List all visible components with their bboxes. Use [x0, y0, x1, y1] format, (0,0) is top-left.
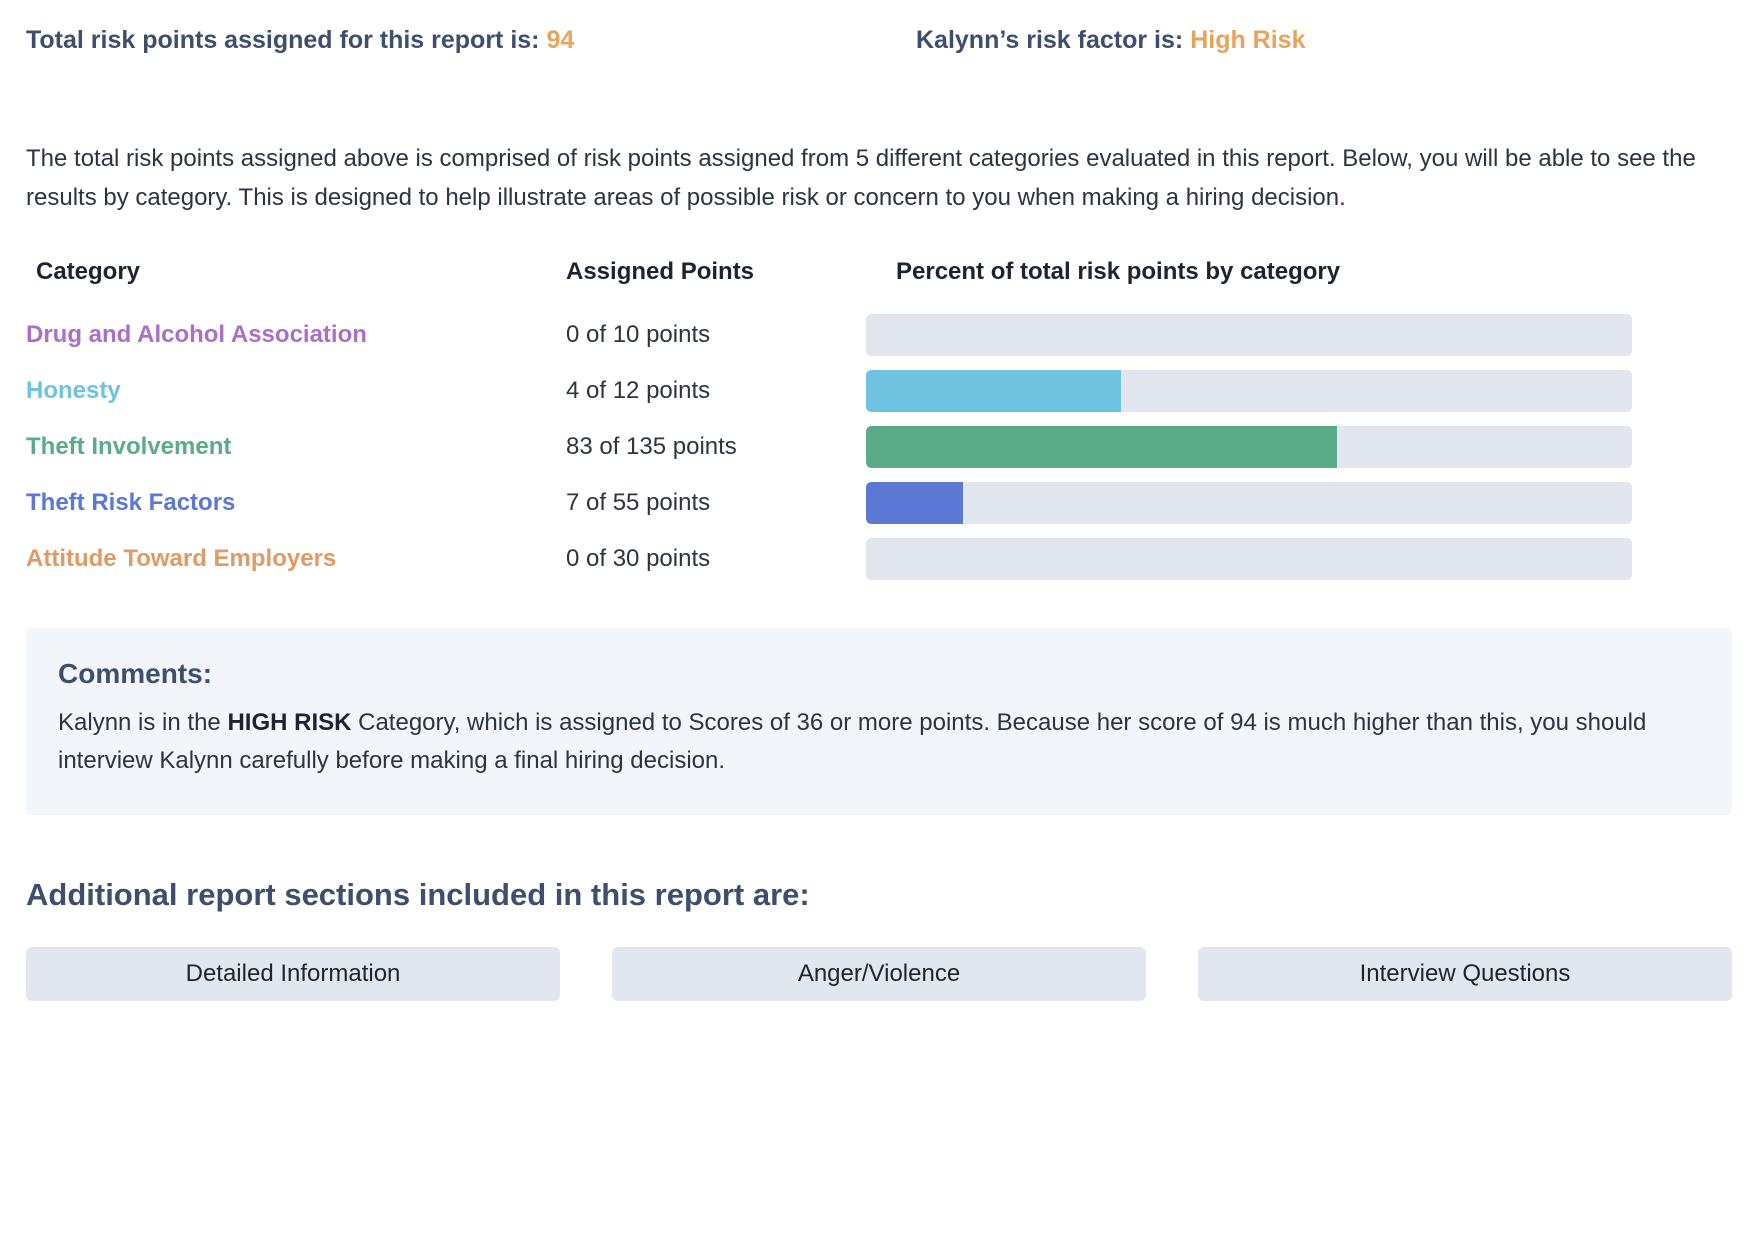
table-row: Drug and Alcohol Association 0 of 10 poin…	[26, 312, 1732, 368]
risk-factor-summary: Kalynn’s risk factor is: High Risk	[916, 26, 1305, 55]
assigned-points-value: 0 of 10 points	[566, 320, 711, 348]
percent-bar-track	[866, 425, 1632, 468]
intro-paragraph: The total risk points assigned above is …	[26, 145, 1696, 211]
comments-emphasis: HIGH RISK	[227, 708, 352, 736]
category-name: Honesty	[26, 376, 121, 404]
percent-bar-cell	[866, 368, 1732, 424]
category-name: Theft Involvement	[26, 432, 232, 460]
category-name: Theft Risk Factors	[26, 488, 236, 516]
table-row: Theft Risk Factors 7 of 55 points	[26, 480, 1732, 536]
total-risk-points-summary: Total risk points assigned for this repo…	[26, 26, 916, 55]
table-row: Theft Involvement 83 of 135 points	[26, 424, 1732, 480]
total-risk-points-value: 94	[546, 26, 575, 54]
assigned-points-value: 0 of 30 points	[566, 544, 711, 572]
risk-report-page: Total risk points assigned for this repo…	[0, 0, 1758, 1240]
percent-bar-cell	[866, 536, 1732, 592]
percent-bar-cell	[866, 424, 1732, 480]
additional-sections-buttons: Detailed Information Anger/Violence Interv…	[26, 946, 1732, 1001]
summary-row: Total risk points assigned for this repo…	[26, 0, 1732, 58]
risk-category-table: Category Assigned Points Percent of tota…	[26, 258, 1732, 592]
percent-bar-fill	[866, 425, 1338, 468]
table-header-row: Category Assigned Points Percent of tota…	[26, 258, 1732, 312]
category-name: Attitude Toward Employers	[26, 544, 337, 572]
comments-title: Comments:	[58, 657, 213, 689]
risk-factor-value: High Risk	[1190, 26, 1306, 54]
percent-bar-fill	[866, 481, 964, 524]
percent-bar-track	[866, 313, 1632, 356]
percent-bar-track	[866, 369, 1632, 412]
comments-body: Kalynn is in the HIGH RISK Category, whi…	[58, 704, 1700, 781]
report-section-button[interactable]: Detailed Information	[26, 946, 560, 1001]
assigned-points-value: 4 of 12 points	[566, 376, 711, 404]
percent-bar-cell	[866, 312, 1732, 368]
header-percent-bar: Percent of total risk points by category	[896, 257, 1341, 285]
total-risk-points-label: Total risk points assigned for this repo…	[26, 26, 540, 54]
percent-bar-fill	[866, 369, 1122, 412]
percent-bar-track	[866, 537, 1632, 580]
report-section-button[interactable]: Interview Questions	[1198, 946, 1732, 1001]
header-assigned-points: Assigned Points	[566, 257, 755, 285]
header-category: Category	[36, 257, 141, 285]
risk-factor-label: Kalynn’s risk factor is:	[916, 26, 1184, 54]
table-row: Attitude Toward Employers 0 of 30 points	[26, 536, 1732, 592]
percent-bar-track	[866, 481, 1632, 524]
report-section-button[interactable]: Anger/Violence	[612, 946, 1146, 1001]
additional-sections-title: Additional report sections included in t…	[26, 876, 810, 912]
comments-panel: Comments: Kalynn is in the HIGH RISK Cat…	[26, 627, 1732, 815]
table-body: Drug and Alcohol Association 0 of 10 poin…	[26, 312, 1732, 592]
table-row: Honesty 4 of 12 points	[26, 368, 1732, 424]
comments-text-before: Kalynn is in the	[58, 708, 228, 736]
percent-bar-cell	[866, 480, 1732, 536]
category-name: Drug and Alcohol Association	[26, 320, 367, 348]
assigned-points-value: 7 of 55 points	[566, 488, 711, 516]
assigned-points-value: 83 of 135 points	[566, 432, 737, 460]
